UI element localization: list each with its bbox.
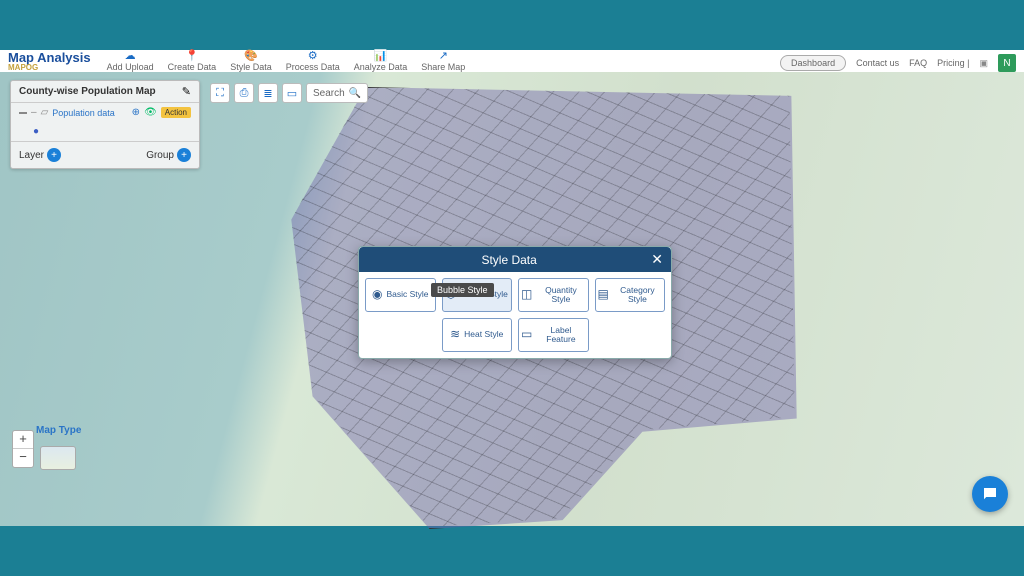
search-icon: 🔍 — [349, 88, 361, 99]
gear-icon: ⚙ — [308, 49, 318, 62]
contact-link[interactable]: Contact us — [856, 58, 899, 68]
map-type-control: Map Type — [36, 425, 81, 436]
avatar[interactable]: N — [998, 54, 1016, 72]
search-input[interactable]: Search 🔍 — [306, 83, 368, 103]
style-heat[interactable]: ≋Heat Style — [442, 318, 513, 352]
style-label[interactable]: ▭Label Feature — [518, 318, 589, 352]
dialog-title: Style Data — [481, 253, 536, 267]
dash-icon: – — [31, 107, 37, 118]
layer-data-link[interactable]: Population data — [52, 108, 115, 118]
zoom-in-button[interactable]: + — [13, 431, 33, 449]
dashboard-button[interactable]: Dashboard — [780, 55, 846, 71]
share-icon: ↗ — [439, 49, 448, 62]
style-data-dialog: Style Data ✕ ◉Basic Style ⬡Bubble Style … — [358, 246, 672, 359]
pricing-link[interactable]: Pricing | — [937, 58, 969, 68]
menu-add-upload[interactable]: ☁Add Upload — [101, 49, 160, 72]
zoom-out-button[interactable]: − — [13, 449, 33, 467]
style-category[interactable]: ▤Category Style — [595, 278, 666, 312]
menu-process-data[interactable]: ⚙Process Data — [280, 49, 346, 72]
faq-link[interactable]: FAQ — [909, 58, 927, 68]
map-type-label[interactable]: Map Type — [36, 425, 81, 436]
menu-share-map[interactable]: ↗Share Map — [415, 49, 471, 72]
layers-icon[interactable]: ≣ — [258, 83, 278, 103]
tooltip: Bubble Style — [431, 283, 494, 297]
menu-create-data[interactable]: 📍Create Data — [162, 49, 223, 72]
menu-style-data[interactable]: 🎨Style Data — [224, 49, 278, 72]
close-icon[interactable]: ✕ — [651, 251, 663, 268]
brand: Map Analysis MAPOG — [8, 50, 91, 72]
plus-icon: + — [47, 148, 61, 162]
circle-icon: ◉ — [372, 288, 382, 301]
point-symbol-icon: ● — [33, 126, 39, 137]
style-basic[interactable]: ◉Basic Style — [365, 278, 436, 312]
visibility-icon[interactable]: 👁 — [144, 107, 157, 118]
heat-icon: ≋ — [450, 328, 460, 341]
edit-icon[interactable]: ✎ — [182, 85, 191, 98]
layer-panel: County-wise Population Map ✎ – ▱ Populat… — [10, 80, 200, 169]
action-chip[interactable]: Action — [161, 107, 191, 118]
label-icon: ▭ — [521, 328, 532, 341]
zoom-icon[interactable]: ⊕ — [132, 107, 140, 118]
style-quantity[interactable]: ◫Quantity Style — [518, 278, 589, 312]
layer-panel-title: County-wise Population Map — [19, 86, 156, 97]
chat-button[interactable] — [972, 476, 1008, 512]
chart-icon: 📊 — [374, 49, 388, 62]
pin-icon: 📍 — [185, 49, 199, 62]
polygon-icon: ▱ — [41, 107, 49, 118]
basemap-thumbnail[interactable] — [40, 446, 76, 470]
fullscreen-icon[interactable]: ⛶ — [210, 83, 230, 103]
topbar: Map Analysis MAPOG ☁Add Upload 📍Create D… — [0, 50, 1024, 72]
main-menu: ☁Add Upload 📍Create Data 🎨Style Data ⚙Pr… — [101, 49, 472, 72]
cube-icon[interactable]: ▣ — [979, 58, 988, 69]
map-tools: ⛶ ⎙ ≣ ▭ Search 🔍 — [210, 83, 368, 103]
zoom-control: + − — [12, 430, 34, 468]
print-icon[interactable]: ⎙ — [234, 83, 254, 103]
chat-icon — [981, 485, 999, 503]
plus-icon: + — [177, 148, 191, 162]
add-group-button[interactable]: Group+ — [146, 148, 191, 162]
category-icon: ▤ — [598, 288, 609, 301]
cloud-upload-icon: ☁ — [125, 49, 136, 62]
grid-icon: ◫ — [521, 288, 532, 301]
menu-analyze-data[interactable]: 📊Analyze Data — [348, 49, 414, 72]
topbar-right: Dashboard Contact us FAQ Pricing | ▣ N — [780, 54, 1016, 72]
app-window: Map Analysis MAPOG ☁Add Upload 📍Create D… — [0, 50, 1024, 526]
line-icon — [19, 112, 27, 114]
palette-icon: 🎨 — [244, 49, 258, 62]
measure-icon[interactable]: ▭ — [282, 83, 302, 103]
add-layer-button[interactable]: Layer+ — [19, 148, 61, 162]
